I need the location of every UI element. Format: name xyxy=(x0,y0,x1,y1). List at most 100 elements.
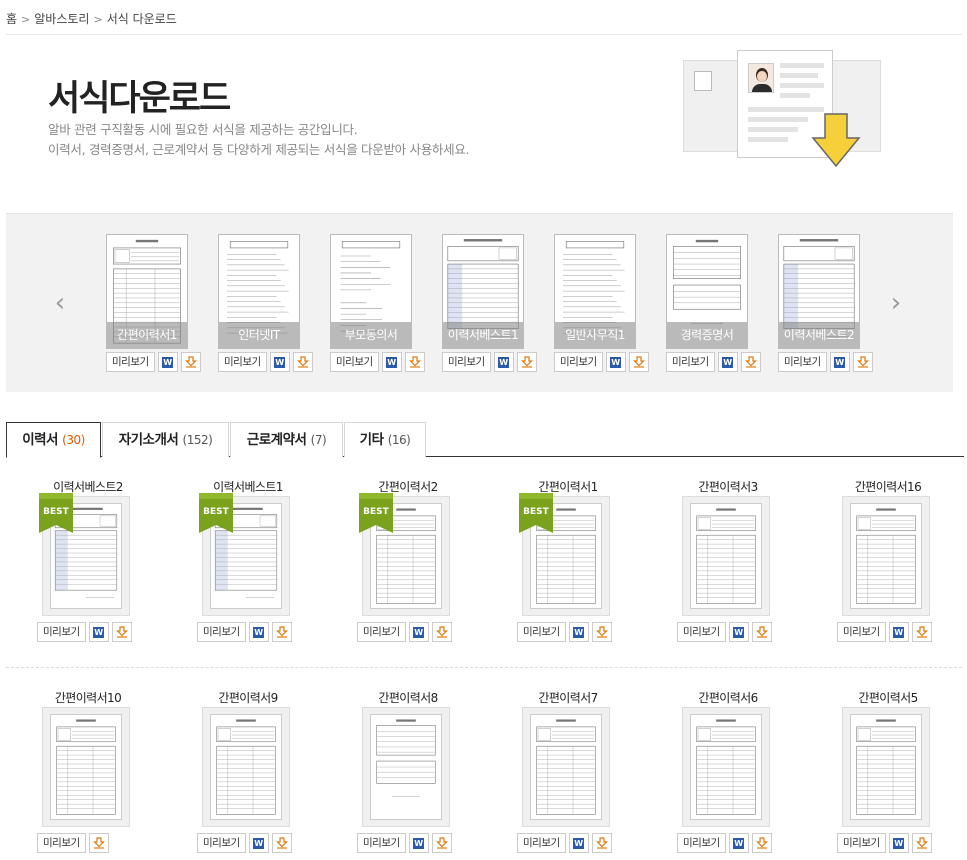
document-thumbnail[interactable]: 간편이력서1 xyxy=(106,234,188,349)
carousel-item[interactable]: 부모동의서 xyxy=(330,234,412,349)
preview-button[interactable]: 미리보기 xyxy=(677,622,726,642)
document-thumbnail[interactable]: 경력증명서 xyxy=(666,234,748,349)
carousel-next-button[interactable]: › xyxy=(886,290,906,316)
preview-button[interactable]: 미리보기 xyxy=(106,352,155,372)
download-button[interactable] xyxy=(751,833,772,853)
word-download-button[interactable]: W xyxy=(568,833,589,853)
preview-button[interactable]: 미리보기 xyxy=(837,833,886,853)
template-title[interactable]: 간편이력서8 xyxy=(343,689,473,706)
document-thumbnail[interactable] xyxy=(42,707,130,827)
preview-button[interactable]: 미리보기 xyxy=(778,352,827,372)
breadcrumb-home[interactable]: 홈 xyxy=(6,12,17,26)
download-icon xyxy=(435,626,448,638)
download-button[interactable] xyxy=(271,833,292,853)
preview-button[interactable]: 미리보기 xyxy=(197,622,246,642)
preview-button[interactable]: 미리보기 xyxy=(357,622,406,642)
document-thumbnail[interactable] xyxy=(682,496,770,616)
document-thumbnail[interactable]: BEST xyxy=(359,493,450,616)
word-download-button[interactable]: W xyxy=(717,352,738,372)
tab-0[interactable]: 이력서 (30) xyxy=(6,422,101,458)
word-download-button[interactable]: W xyxy=(728,622,749,642)
preview-button[interactable]: 미리보기 xyxy=(357,833,406,853)
download-button[interactable] xyxy=(111,622,132,642)
word-download-button[interactable]: W xyxy=(248,833,269,853)
document-thumbnail[interactable] xyxy=(842,496,930,616)
download-button[interactable] xyxy=(516,352,537,372)
word-download-button[interactable]: W xyxy=(888,833,909,853)
word-download-button[interactable]: W xyxy=(408,833,429,853)
download-button[interactable] xyxy=(88,833,109,853)
template-title[interactable]: 간편이력서7 xyxy=(503,689,633,706)
carousel-item[interactable]: 일반사무직1 xyxy=(554,234,636,349)
carousel-prev-button[interactable]: ‹ xyxy=(50,290,70,316)
download-icon xyxy=(275,626,288,638)
preview-button[interactable]: 미리보기 xyxy=(517,622,566,642)
preview-button[interactable]: 미리보기 xyxy=(837,622,886,642)
download-button[interactable] xyxy=(740,352,761,372)
download-button[interactable] xyxy=(292,352,313,372)
document-thumbnail[interactable]: 인터넷IT xyxy=(218,234,300,349)
download-button[interactable] xyxy=(591,833,612,853)
breadcrumb-section[interactable]: 알바스토리 xyxy=(34,12,89,26)
download-button[interactable] xyxy=(911,622,932,642)
template-title[interactable]: 간편이력서16 xyxy=(823,478,953,495)
template-title[interactable]: 간편이력서6 xyxy=(663,689,793,706)
document-thumbnail[interactable] xyxy=(522,707,610,827)
preview-button[interactable]: 미리보기 xyxy=(442,352,491,372)
document-thumbnail[interactable]: 부모동의서 xyxy=(330,234,412,349)
preview-button[interactable]: 미리보기 xyxy=(554,352,603,372)
word-download-button[interactable]: W xyxy=(605,352,626,372)
word-download-button[interactable]: W xyxy=(157,352,178,372)
word-download-button[interactable]: W xyxy=(248,622,269,642)
word-download-button[interactable]: W xyxy=(493,352,514,372)
word-download-button[interactable]: W xyxy=(829,352,850,372)
preview-button[interactable]: 미리보기 xyxy=(37,622,86,642)
carousel-item[interactable]: 이력서베스트2 xyxy=(778,234,860,349)
word-download-button[interactable]: W xyxy=(88,622,109,642)
download-button[interactable] xyxy=(180,352,201,372)
word-download-button[interactable]: W xyxy=(381,352,402,372)
preview-button[interactable]: 미리보기 xyxy=(37,833,86,853)
download-button[interactable] xyxy=(431,622,452,642)
tab-1[interactable]: 자기소개서 (152) xyxy=(102,422,229,457)
document-thumbnail[interactable] xyxy=(202,707,290,827)
carousel-item[interactable]: 인터넷IT xyxy=(218,234,300,349)
document-thumbnail[interactable]: 일반사무직1 xyxy=(554,234,636,349)
template-title[interactable]: 간편이력서3 xyxy=(663,478,793,495)
document-thumbnail[interactable] xyxy=(362,707,450,827)
word-download-button[interactable]: W xyxy=(888,622,909,642)
document-thumbnail[interactable] xyxy=(682,707,770,827)
word-download-button[interactable]: W xyxy=(728,833,749,853)
preview-button[interactable]: 미리보기 xyxy=(330,352,379,372)
template-title[interactable]: 간편이력서10 xyxy=(23,689,153,706)
preview-button[interactable]: 미리보기 xyxy=(218,352,267,372)
carousel-item[interactable]: 경력증명서 xyxy=(666,234,748,349)
document-thumbnail[interactable]: BEST xyxy=(199,493,290,616)
word-download-button[interactable]: W xyxy=(568,622,589,642)
preview-button[interactable]: 미리보기 xyxy=(197,833,246,853)
download-button[interactable] xyxy=(431,833,452,853)
download-button[interactable] xyxy=(591,622,612,642)
tab-3[interactable]: 기타 (16) xyxy=(344,422,426,457)
document-thumbnail[interactable]: BEST xyxy=(519,493,610,616)
download-button[interactable] xyxy=(404,352,425,372)
download-button[interactable] xyxy=(911,833,932,853)
download-button[interactable] xyxy=(628,352,649,372)
preview-button[interactable]: 미리보기 xyxy=(517,833,566,853)
document-thumbnail[interactable]: BEST xyxy=(39,493,130,616)
preview-button[interactable]: 미리보기 xyxy=(666,352,715,372)
word-download-button[interactable]: W xyxy=(408,622,429,642)
tab-2[interactable]: 근로계약서 (7) xyxy=(230,422,343,457)
document-thumbnail[interactable]: 이력서베스트1 xyxy=(442,234,524,349)
document-thumbnail[interactable]: 이력서베스트2 xyxy=(778,234,860,349)
carousel-item[interactable]: 간편이력서1 xyxy=(106,234,188,349)
download-button[interactable] xyxy=(751,622,772,642)
download-button[interactable] xyxy=(271,622,292,642)
preview-button[interactable]: 미리보기 xyxy=(677,833,726,853)
template-title[interactable]: 간편이력서9 xyxy=(183,689,313,706)
download-button[interactable] xyxy=(852,352,873,372)
template-title[interactable]: 간편이력서5 xyxy=(823,689,953,706)
word-download-button[interactable]: W xyxy=(269,352,290,372)
document-thumbnail[interactable] xyxy=(842,707,930,827)
carousel-item[interactable]: 이력서베스트1 xyxy=(442,234,524,349)
